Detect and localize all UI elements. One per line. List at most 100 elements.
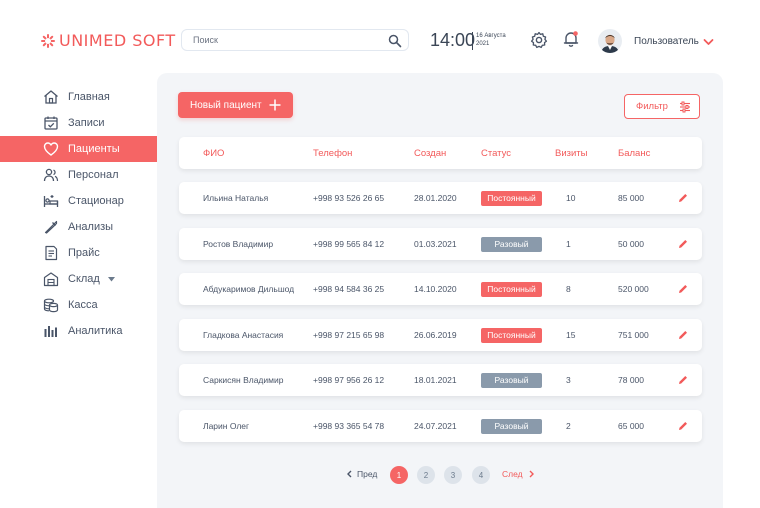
sidebar-item-hospital[interactable]: Стационар — [0, 188, 157, 214]
sidebar-item-home[interactable]: Главная — [0, 84, 157, 110]
filter-button[interactable]: Фильтр — [624, 94, 700, 119]
patient-balance: 50 000 — [618, 239, 644, 249]
pagination: Пред 1 2 3 4 След — [157, 466, 723, 484]
column-header[interactable]: Телефон — [313, 137, 352, 169]
sidebar-item-records[interactable]: Записи — [0, 110, 157, 136]
edit-icon[interactable] — [677, 192, 689, 204]
page-2[interactable]: 2 — [417, 466, 435, 484]
patient-balance: 65 000 — [618, 421, 644, 431]
status-cell: Постоянный — [481, 319, 542, 351]
warehouse-icon — [43, 272, 59, 287]
sidebar-item-label: Касса — [68, 299, 98, 311]
patient-phone: +998 99 565 84 12 — [313, 239, 385, 249]
staff-icon — [43, 168, 59, 182]
patient-name[interactable]: Саркисян Владимир — [203, 364, 283, 396]
sidebar-item-warehouse[interactable]: Склад — [0, 266, 157, 292]
patient-name[interactable]: Абдукаримов Дильшод — [203, 273, 294, 305]
sidebar-item-label: Записи — [68, 117, 105, 129]
patient-visits: 10 — [566, 193, 576, 203]
table-row[interactable]: Ильина Наталья +998 93 526 26 65 28.01.2… — [179, 182, 702, 214]
sidebar-item-label: Анализы — [68, 221, 114, 233]
filter-label: Фильтр — [636, 101, 668, 112]
pipette-icon — [44, 220, 58, 234]
patient-name[interactable]: Ларин Олег — [203, 410, 249, 442]
table-row[interactable]: Гладкова Анастасия +998 97 215 65 98 26.… — [179, 319, 702, 351]
patient-phone: +998 94 584 36 25 — [313, 284, 385, 294]
chevron-down-icon[interactable] — [703, 38, 714, 46]
column-header[interactable]: Баланс — [618, 137, 650, 169]
edit-icon[interactable] — [677, 238, 689, 250]
patient-name[interactable]: Ростов Владимир — [203, 228, 273, 260]
search-box[interactable] — [181, 29, 409, 51]
settings-icon[interactable] — [530, 31, 548, 49]
status-badge: Постоянный — [481, 190, 542, 206]
patient-phone: +998 93 526 26 65 — [313, 193, 385, 203]
brand-logo[interactable]: UNIMED SOFT — [40, 31, 176, 50]
patient-created: 24.07.2021 — [414, 421, 457, 431]
pagination-prev-label: Пред — [357, 469, 378, 479]
column-header[interactable]: ФИО — [203, 137, 224, 169]
edit-icon[interactable] — [677, 283, 689, 295]
status-badge: Постоянный — [481, 281, 542, 297]
patient-name[interactable]: Ильина Наталья — [203, 182, 268, 214]
pagination-next[interactable]: След — [502, 469, 535, 479]
edit-icon[interactable] — [677, 329, 689, 341]
bell-icon[interactable] — [562, 30, 580, 48]
patient-phone: +998 97 215 65 98 — [313, 330, 385, 340]
chevron-left-icon — [347, 470, 352, 478]
plus-icon — [269, 99, 281, 111]
sidebar-item-label: Склад — [68, 273, 100, 285]
table-row[interactable]: Саркисян Владимир +998 97 956 26 12 18.0… — [179, 364, 702, 396]
page-3[interactable]: 3 — [444, 466, 462, 484]
home-icon — [44, 90, 58, 104]
chevron-down-icon[interactable] — [107, 276, 115, 282]
status-cell: Разовый — [481, 228, 542, 260]
search-icon[interactable] — [388, 34, 402, 48]
pagination-next-label: След — [502, 469, 523, 479]
avatar-image — [598, 29, 622, 53]
patient-balance: 520 000 — [618, 284, 649, 294]
edit-icon[interactable] — [677, 420, 689, 432]
sidebar-item-analyses[interactable]: Анализы — [0, 214, 157, 240]
sidebar-item-cash[interactable]: Касса — [0, 292, 157, 318]
patient-created: 14.10.2020 — [414, 284, 457, 294]
column-header[interactable]: Статус — [481, 137, 511, 169]
sidebar: Главная Записи Пациенты Персонал Стацион… — [0, 84, 157, 344]
patient-name[interactable]: Гладкова Анастасия — [203, 319, 283, 351]
patient-phone: +998 97 956 26 12 — [313, 375, 385, 385]
edit-icon[interactable] — [677, 374, 689, 386]
patient-balance: 85 000 — [618, 193, 644, 203]
clock-date-day: 16 Августа — [476, 33, 506, 39]
status-badge: Постоянный — [481, 327, 542, 343]
heart-icon — [43, 142, 59, 156]
table-row[interactable]: Абдукаримов Дильшод +998 94 584 36 25 14… — [179, 273, 702, 305]
avatar[interactable] — [598, 29, 622, 53]
table-row[interactable]: Ларин Олег +998 93 365 54 78 24.07.2021 … — [179, 410, 702, 442]
bar-chart-icon — [44, 326, 57, 337]
patient-visits: 1 — [566, 239, 571, 249]
status-cell: Постоянный — [481, 273, 542, 305]
sidebar-item-label: Главная — [68, 91, 110, 103]
bed-icon — [43, 195, 59, 207]
table-row[interactable]: Ростов Владимир +998 99 565 84 12 01.03.… — [179, 228, 702, 260]
search-input[interactable] — [182, 35, 372, 45]
status-badge: Разовый — [481, 372, 542, 388]
chevron-right-icon — [529, 470, 534, 478]
column-header[interactable]: Создан — [414, 137, 446, 169]
sidebar-item-label: Прайс — [68, 247, 100, 259]
column-header[interactable]: Визиты — [555, 137, 588, 169]
new-patient-button[interactable]: Новый пациент — [178, 92, 293, 118]
clock-date-year: 2021 — [476, 41, 490, 47]
sidebar-item-price[interactable]: Прайс — [0, 240, 157, 266]
pagination-prev[interactable]: Пред — [346, 469, 377, 479]
clock-date: 16 Августа 2021 — [476, 32, 506, 48]
page-4[interactable]: 4 — [472, 466, 490, 484]
sidebar-item-patients[interactable]: Пациенты — [0, 136, 157, 162]
table-header: ФИО Телефон Создан Статус Визиты Баланс — [179, 137, 702, 169]
patient-visits: 2 — [566, 421, 571, 431]
sidebar-item-analytics[interactable]: Аналитика — [0, 318, 157, 344]
user-menu[interactable]: Пользователь — [634, 36, 714, 47]
sidebar-item-staff[interactable]: Персонал — [0, 162, 157, 188]
patient-balance: 78 000 — [618, 375, 644, 385]
page-1[interactable]: 1 — [390, 466, 408, 484]
